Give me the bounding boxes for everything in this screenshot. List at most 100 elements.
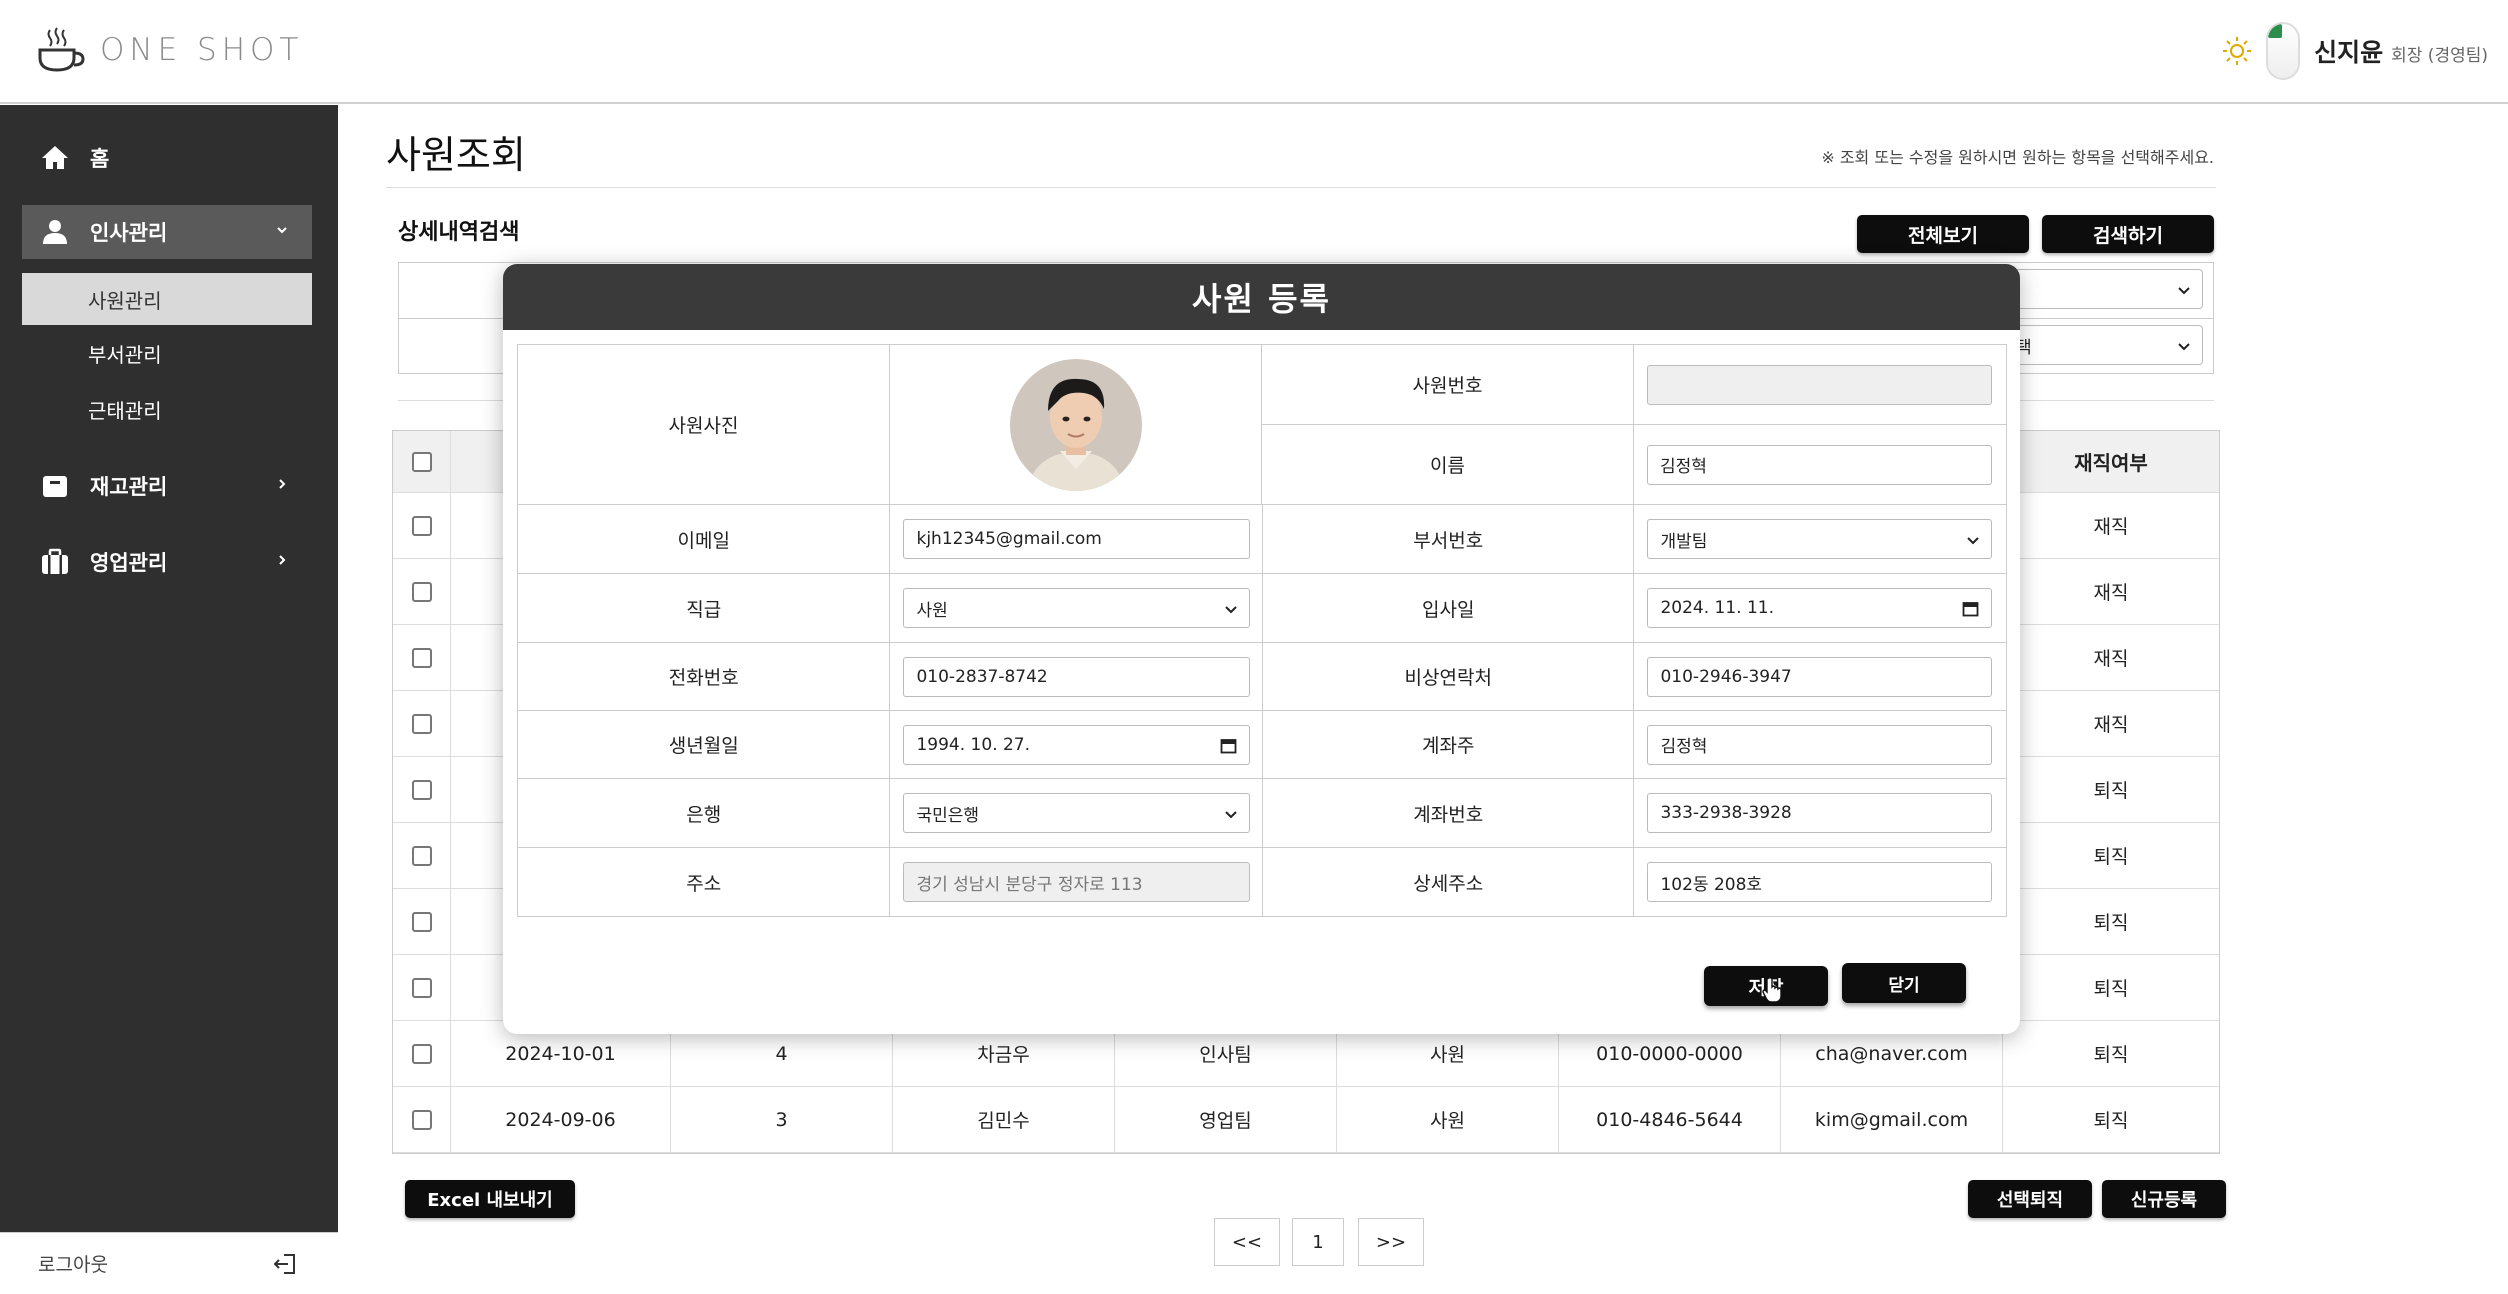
- logout-label: 로그아웃: [38, 1254, 108, 1276]
- sidebar-item-label: 인사관리: [90, 221, 168, 245]
- sidebar-item-inventory[interactable]: 재고관리: [22, 459, 312, 513]
- employee-form: 사원사진 사원번호 이름 김정혁 이메일 kjh12345@gmail.com …: [517, 344, 2007, 917]
- close-button[interactable]: 닫기: [1842, 963, 1966, 1003]
- photo-cell: [890, 345, 1262, 504]
- phone-label: 전화번호: [518, 643, 891, 710]
- sidebar-item-label: 영업관리: [90, 551, 168, 575]
- sidebar-subitem-label: 근태관리: [88, 398, 162, 423]
- sidebar-subitem-label: 사원관리: [88, 288, 162, 313]
- form-row: 이메일 kjh12345@gmail.com 부서번호 개발팀: [518, 505, 2006, 574]
- form-subrow: 사원번호: [1262, 345, 2006, 425]
- top-header: ONE SHOT 신지윤 회장 (경영팀): [0, 0, 2508, 104]
- form-row: 생년월일 1994. 10. 27. 계좌주 김정혁: [518, 711, 2006, 779]
- address-field[interactable]: 경기 성남시 분당구 정자로 113: [903, 862, 1251, 902]
- emergency-field[interactable]: 010-2946-3947: [1647, 656, 1993, 697]
- sidebar-item-sales[interactable]: 영업관리: [22, 535, 312, 589]
- name-label: 이름: [1262, 425, 1634, 504]
- birth-label: 생년월일: [518, 711, 891, 778]
- sidebar-subitem-department[interactable]: 부서관리: [22, 327, 312, 379]
- bank-select[interactable]: 국민은행: [903, 793, 1251, 833]
- address-detail-field[interactable]: 102동 208호: [1647, 862, 1993, 902]
- rank-select[interactable]: 사원: [903, 588, 1251, 628]
- logo-text: ONE SHOT: [100, 32, 304, 68]
- briefcase-icon: [42, 548, 68, 574]
- address-cell: 경기 성남시 분당구 정자로 113: [890, 848, 1263, 916]
- hire-date-cell: 2024. 11. 11.: [1634, 574, 2006, 642]
- photo-label: 사원사진: [518, 345, 890, 504]
- name-cell: 김정혁: [1634, 425, 2006, 504]
- user-name: 신지윤: [2314, 38, 2384, 67]
- user-area: 신지윤 회장 (경영팀): [2222, 22, 2488, 80]
- sun-icon[interactable]: [2222, 36, 2252, 66]
- account-holder-label: 계좌주: [1263, 711, 1635, 778]
- birth-value: 1994. 10. 27.: [916, 734, 1031, 755]
- chevron-right-icon: [279, 555, 286, 565]
- employee-photo[interactable]: [1009, 358, 1142, 491]
- sidebar: 홈 인사관리 사원관리 부서관리 근태관리 재고관리 영업관리 로그아웃: [0, 105, 338, 1294]
- bank-label: 은행: [518, 779, 891, 847]
- dept-no-value: 개발팀: [1660, 531, 1708, 552]
- sidebar-item-label: 재고관리: [90, 475, 168, 499]
- calendar-icon[interactable]: [1220, 737, 1237, 754]
- account-no-label: 계좌번호: [1263, 779, 1635, 847]
- sidebar-item-hr[interactable]: 인사관리: [22, 205, 312, 259]
- user-avatar[interactable]: [2266, 22, 2301, 80]
- sidebar-subitem-attendance[interactable]: 근태관리: [22, 383, 312, 435]
- hire-date-field[interactable]: 2024. 11. 11.: [1647, 588, 1993, 628]
- birth-field[interactable]: 1994. 10. 27.: [903, 724, 1251, 765]
- home-icon: [42, 146, 68, 169]
- form-row: 은행 국민은행 계좌번호 333-2938-3928: [518, 779, 2006, 848]
- employee-register-modal: 사원 등록 사원사진 사원번호 이름 김정혁 이메일 kjh12345@gmai…: [503, 264, 2020, 1034]
- sidebar-subitem-employee[interactable]: 사원관리: [22, 273, 312, 325]
- account-holder-field[interactable]: 김정혁: [1647, 724, 1993, 765]
- chevron-down-icon: [1967, 537, 1980, 545]
- coffee-cup-icon: [38, 27, 85, 72]
- sidebar-item-home[interactable]: 홈: [22, 131, 312, 185]
- email-label: 이메일: [518, 505, 891, 573]
- dept-no-label: 부서번호: [1263, 505, 1635, 573]
- logout-icon: [273, 1254, 295, 1274]
- emp-no-field: [1647, 364, 1992, 405]
- bank-cell: 국민은행: [890, 779, 1263, 847]
- name-field[interactable]: 김정혁: [1647, 444, 1992, 485]
- rank-cell: 사원: [890, 574, 1263, 642]
- emp-no-cell: [1634, 345, 2006, 424]
- account-no-cell: 333-2938-3928: [1634, 779, 2006, 847]
- emp-no-label: 사원번호: [1262, 345, 1634, 424]
- hire-date-value: 2024. 11. 11.: [1660, 598, 1775, 618]
- emp-no-name-cell: 사원번호 이름 김정혁: [1262, 345, 2006, 504]
- email-field[interactable]: kjh12345@gmail.com: [903, 519, 1251, 559]
- logout-button[interactable]: 로그아웃: [0, 1232, 338, 1294]
- chevron-down-icon: [1225, 606, 1238, 614]
- form-row: 직급 사원 입사일 2024. 11. 11.: [518, 574, 2006, 643]
- box-icon: [43, 476, 67, 497]
- user-info[interactable]: 신지윤 회장 (경영팀): [2314, 33, 2488, 69]
- emergency-cell: 010-2946-3947: [1634, 643, 2006, 710]
- address-detail-label: 상세주소: [1263, 848, 1635, 916]
- chevron-down-icon: [277, 227, 287, 234]
- account-holder-cell: 김정혁: [1634, 711, 2006, 778]
- sidebar-item-label: 홈: [90, 147, 110, 171]
- sidebar-subitem-label: 부서관리: [88, 342, 162, 367]
- dept-no-cell: 개발팀: [1634, 505, 2006, 573]
- form-row: 주소 경기 성남시 분당구 정자로 113 상세주소 102동 208호: [518, 848, 2006, 916]
- rank-label: 직급: [518, 574, 891, 642]
- chevron-right-icon: [279, 479, 286, 489]
- rank-value: 사원: [916, 600, 948, 621]
- phone-field[interactable]: 010-2837-8742: [903, 656, 1251, 697]
- person-icon: [43, 220, 67, 244]
- bank-value: 국민은행: [916, 805, 980, 826]
- app-logo[interactable]: ONE SHOT: [36, 26, 303, 74]
- email-cell: kjh12345@gmail.com: [890, 505, 1263, 573]
- address-label: 주소: [518, 848, 891, 916]
- user-role: 회장 (경영팀): [2391, 46, 2488, 66]
- hand-cursor-icon: [1762, 976, 1782, 1002]
- account-no-field[interactable]: 333-2938-3928: [1647, 793, 1993, 833]
- form-row: 전화번호 010-2837-8742 비상연락처 010-2946-3947: [518, 643, 2006, 711]
- calendar-icon[interactable]: [1962, 600, 1979, 617]
- phone-cell: 010-2837-8742: [890, 643, 1263, 710]
- address-detail-cell: 102동 208호: [1634, 848, 2006, 916]
- chevron-down-icon: [1225, 811, 1238, 819]
- hire-date-label: 입사일: [1263, 574, 1635, 642]
- dept-no-select[interactable]: 개발팀: [1647, 519, 1993, 559]
